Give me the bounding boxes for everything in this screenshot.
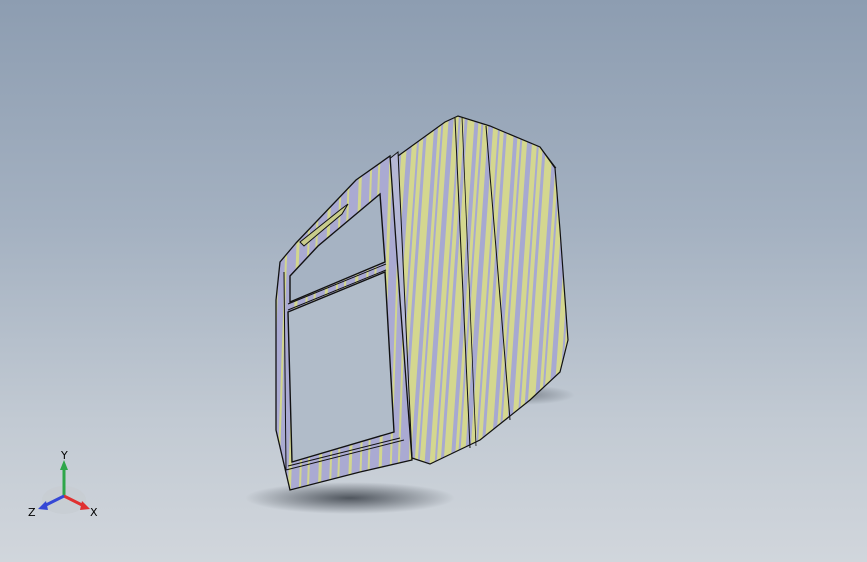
z-axis-label: Z xyxy=(28,506,36,519)
3d-viewport[interactable] xyxy=(0,0,867,562)
x-axis-label: X xyxy=(90,506,98,519)
door-side-surface[interactable] xyxy=(397,115,569,465)
y-axis-label: Y xyxy=(60,449,68,462)
orientation-triad[interactable]: Y X Z xyxy=(24,448,104,524)
model-shadow xyxy=(245,482,455,514)
door-panel-model[interactable] xyxy=(275,115,569,491)
